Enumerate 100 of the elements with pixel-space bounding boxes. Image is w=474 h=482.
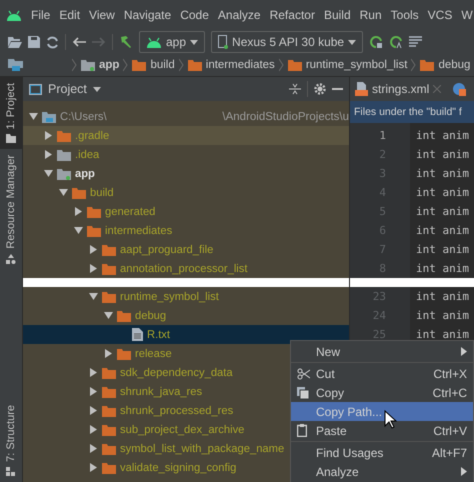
tree-row[interactable]: runtime_symbol_list <box>23 287 349 306</box>
collapsed-arrow-icon[interactable] <box>44 150 53 159</box>
menu-item[interactable]: View <box>89 8 115 22</box>
code-line: int anim <box>416 186 469 199</box>
tree-row[interactable]: aapt_proguard_file <box>23 240 349 259</box>
folder-icon <box>87 206 101 218</box>
clipboard-icon <box>297 424 307 437</box>
breadcrumb[interactable]: runtime_symbol_list <box>306 59 408 71</box>
expanded-arrow-icon[interactable] <box>74 226 83 235</box>
menu-item[interactable]: File <box>31 8 50 22</box>
menu-item[interactable]: Refactor <box>270 8 315 22</box>
expanded-arrow-icon[interactable] <box>29 112 38 121</box>
menu-item[interactable]: Run <box>360 8 382 22</box>
menu-item[interactable]: Analyze <box>291 462 473 481</box>
apply-changes-icon[interactable] <box>369 35 384 49</box>
tree-row[interactable]: app <box>23 164 349 183</box>
save-icon[interactable] <box>28 36 40 48</box>
menu-item[interactable]: Paste Ctrl+V <box>291 421 473 440</box>
breadcrumb[interactable]: build <box>150 59 175 71</box>
tool-window-tab[interactable]: 1: Project <box>0 77 22 150</box>
copy-icon <box>297 386 309 398</box>
menu-item[interactable]: Tools <box>390 8 419 22</box>
tree-item-label: R.txt <box>147 328 170 340</box>
menu-item[interactable]: Edit <box>59 8 80 22</box>
open-folder-icon[interactable] <box>8 36 22 48</box>
folder-icon <box>42 110 56 122</box>
breadcrumb[interactable]: intermediates <box>206 59 275 71</box>
menu-item[interactable]: Find Usages Alt+F7 <box>291 443 473 462</box>
collapsed-arrow-icon[interactable] <box>89 463 98 472</box>
folder-icon <box>102 442 116 454</box>
collapsed-arrow-icon[interactable] <box>74 207 83 216</box>
tree-row[interactable]: annotation_processor_list <box>23 259 349 278</box>
run-configuration-dropdown[interactable]: app <box>139 31 206 53</box>
tree-row[interactable]: intermediates <box>23 221 349 240</box>
folder-icon <box>87 224 101 236</box>
collapsed-arrow-icon[interactable] <box>89 425 98 434</box>
menu-item[interactable]: New <box>291 342 473 361</box>
collapsed-arrow-icon[interactable] <box>89 264 98 273</box>
tree-row[interactable]: .idea <box>23 145 349 164</box>
collapsed-arrow-icon[interactable] <box>89 245 98 254</box>
chevron-icon <box>123 58 128 72</box>
collapsed-arrow-icon[interactable] <box>89 387 98 396</box>
expanded-arrow-icon[interactable] <box>104 311 113 320</box>
menu-item[interactable]: W <box>461 8 473 22</box>
menu-item[interactable]: Code <box>180 8 209 22</box>
collapsed-arrow-icon[interactable] <box>104 349 113 358</box>
folder-icon <box>57 168 71 180</box>
code-line: int anim <box>416 129 469 142</box>
caret-icon <box>92 86 101 92</box>
tool-window-tab[interactable]: 7: Structure <box>0 399 22 482</box>
collapsed-arrow-icon[interactable] <box>89 406 98 415</box>
breadcrumb[interactable]: app <box>99 59 120 71</box>
breadcrumb[interactable]: debug <box>438 59 470 71</box>
expanded-arrow-icon[interactable] <box>59 188 68 197</box>
shortcut: Ctrl+X <box>433 366 467 380</box>
menu-item[interactable]: Copy Path... <box>291 402 473 421</box>
minimize-icon[interactable] <box>332 88 343 90</box>
expanded-arrow-icon[interactable] <box>89 292 98 301</box>
menu-item[interactable]: Cut Ctrl+X <box>291 364 473 383</box>
folder-icon <box>57 130 71 142</box>
tree-row[interactable]: C:\Users\ \AndroidStudioProjects\u <box>23 107 349 126</box>
tree-item-label: sdk_dependency_data <box>120 366 233 378</box>
code-line: int anim <box>416 243 469 256</box>
folder-icon <box>117 310 131 322</box>
collapsed-arrow-icon[interactable] <box>89 368 98 377</box>
menu-item[interactable]: Navigate <box>124 8 172 22</box>
tool-window-tab[interactable]: Resource Manager <box>0 149 22 270</box>
settings-icon[interactable] <box>314 83 326 95</box>
menu-item[interactable]: Analyze <box>218 8 261 22</box>
shortcut: Ctrl+V <box>433 424 467 438</box>
expanded-arrow-icon[interactable] <box>44 169 53 178</box>
chevron-icon <box>178 58 184 72</box>
tree-item-label: shrunk_java_res <box>120 386 202 398</box>
structure-icon <box>6 467 16 476</box>
back-arrow-icon[interactable] <box>72 37 86 47</box>
menu-item[interactable]: VCS <box>428 8 452 22</box>
folder-icon <box>102 386 116 398</box>
panel-title[interactable]: Project <box>48 82 87 96</box>
project-folder-icon[interactable] <box>8 58 24 72</box>
phone-icon <box>218 35 228 49</box>
collapsed-arrow-icon[interactable] <box>44 131 53 140</box>
shapes-icon <box>6 254 16 264</box>
chevron-icon <box>411 58 416 72</box>
list-icon[interactable] <box>409 36 422 48</box>
tree-item-label: annotation_processor_list <box>120 262 248 274</box>
tree-row[interactable]: build <box>23 183 349 202</box>
menu-item[interactable]: Copy Ctrl+C <box>291 383 473 402</box>
menu-item[interactable]: Build <box>324 8 351 22</box>
apply-code-changes-icon[interactable] <box>389 35 404 49</box>
collapsed-arrow-icon[interactable] <box>89 444 98 453</box>
tree-item-path: \AndroidStudioProjects\u <box>222 110 349 122</box>
tree-row[interactable]: R.txt <box>23 325 349 344</box>
device-dropdown[interactable]: Nexus 5 API 30 kube <box>211 31 364 53</box>
tree-row[interactable]: debug <box>23 306 349 325</box>
tree-item-label: shrunk_processed_res <box>120 404 234 416</box>
panel-icon <box>29 84 42 94</box>
collapse-all-icon[interactable] <box>289 83 301 95</box>
folder-icon <box>6 134 16 144</box>
sync-icon[interactable] <box>46 36 59 48</box>
tree-row[interactable]: generated <box>23 202 349 221</box>
